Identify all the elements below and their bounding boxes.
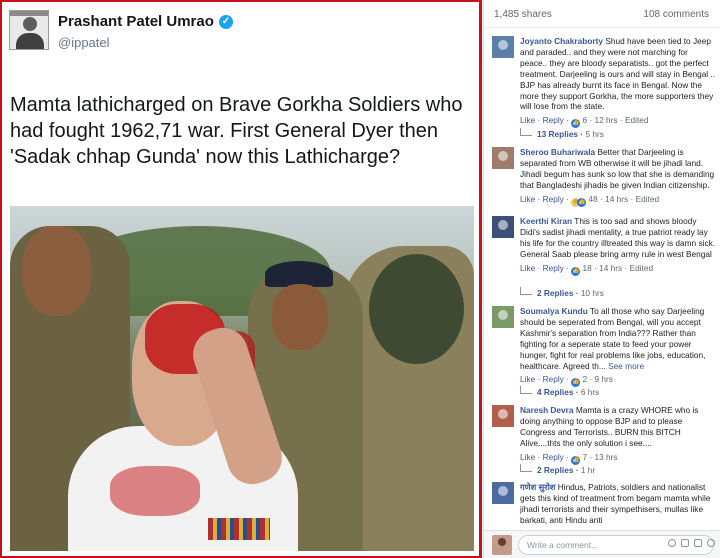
like-reaction-icon: 👍 (571, 119, 581, 129)
comment-age[interactable]: 14 hrs (599, 263, 622, 273)
tweet-card: Prashant Patel Umrao ✓ @ippatel Mamta la… (0, 0, 482, 558)
reply-arrow-icon (520, 287, 532, 295)
tweet-text: Mamta lathicharged on Brave Gorkha Soldi… (10, 94, 463, 168)
commenter-avatar[interactable] (492, 482, 514, 504)
like-button[interactable]: Like (520, 452, 535, 462)
comment-text: Shud have been tied to Jeep and paraded.… (520, 36, 716, 112)
replies-count[interactable]: 13 Replies (537, 129, 578, 139)
commenter-avatar[interactable] (492, 216, 514, 238)
like-button[interactable]: Like (520, 194, 535, 204)
camera-icon[interactable] (681, 539, 689, 547)
tweet-photo[interactable] (10, 206, 474, 551)
replies-age: 5 hrs (585, 129, 604, 139)
replies-age: 6 hrs (580, 387, 600, 397)
engagement-bar: 1,485 shares 108 comments (484, 0, 720, 28)
comment-author[interactable]: Soumalya Kundu (520, 306, 588, 316)
reply-button[interactable]: Reply (543, 374, 564, 384)
like-reaction-icon: 👍 (577, 197, 587, 207)
reaction-count[interactable]: 18 (583, 263, 592, 273)
replies-age: 10 hrs (580, 288, 604, 298)
see-more-link[interactable]: See more (608, 361, 644, 371)
edited-label[interactable]: Edited (636, 194, 660, 204)
comment-age[interactable]: 12 hrs (595, 115, 618, 125)
commenter-avatar[interactable] (492, 306, 514, 328)
reaction-count[interactable]: 48 (589, 194, 598, 204)
comment-author[interactable]: Keerthi Kiran (520, 216, 572, 226)
replies-count[interactable]: 2 Replies (537, 288, 573, 298)
gif-icon[interactable] (694, 539, 702, 547)
commenter-avatar[interactable] (492, 405, 514, 427)
write-comment-bar: Write a comment... (484, 530, 720, 558)
verified-badge-icon: ✓ (218, 14, 233, 29)
reaction-count[interactable]: 6 (583, 115, 588, 125)
reaction-count[interactable]: 2 (583, 374, 588, 384)
view-replies-link[interactable]: 2 Replies · 10 hrs (520, 287, 604, 298)
replies-count[interactable]: 4 Replies (537, 387, 573, 397)
comments-panel: 1,485 shares 108 comments Joyanto Chakra… (483, 0, 720, 558)
view-replies-link[interactable]: 2 Replies · 1 hr (520, 464, 595, 475)
comment-input-placeholder: Write a comment... (527, 540, 599, 550)
comments-count[interactable]: 108 comments (643, 9, 709, 20)
reply-arrow-icon (520, 386, 532, 394)
comment-author[interactable]: Sheroo Buhariwala (520, 147, 595, 157)
author-name[interactable]: Prashant Patel Umrao (58, 13, 214, 30)
commenter-avatar[interactable] (492, 36, 514, 58)
comment-author[interactable]: Naresh Devra (520, 405, 574, 415)
reaction-count[interactable]: 7 (583, 452, 588, 462)
composer-icons (668, 539, 715, 547)
author-handle[interactable]: @ippatel (58, 35, 110, 50)
edited-label[interactable]: Edited (625, 115, 649, 125)
reply-button[interactable]: Reply (543, 263, 564, 273)
reply-arrow-icon (520, 464, 532, 472)
replies-age: 1 hr (580, 465, 596, 475)
comment-age[interactable]: 13 hrs (595, 452, 618, 462)
emoji-icon[interactable] (668, 539, 676, 547)
sticker-icon[interactable] (707, 539, 715, 547)
like-reaction-icon: 👍 (571, 266, 581, 276)
reply-button[interactable]: Reply (543, 452, 564, 462)
comment-age[interactable]: 14 hrs (605, 194, 628, 204)
shares-count[interactable]: 1,485 shares (494, 9, 552, 20)
reply-arrow-icon (520, 128, 532, 136)
author-name-row[interactable]: Prashant Patel Umrao ✓ (58, 13, 233, 30)
reply-button[interactable]: Reply (543, 115, 564, 125)
view-replies-link[interactable]: 4 Replies · 6 hrs (520, 386, 599, 397)
comment-author[interactable]: Joyanto Chakraborty (520, 36, 603, 46)
author-avatar[interactable] (9, 10, 49, 50)
reply-button[interactable]: Reply (543, 194, 564, 204)
edited-label[interactable]: Edited (630, 263, 654, 273)
comment-author[interactable]: गणेश सुरोश (520, 482, 555, 492)
like-button[interactable]: Like (520, 263, 535, 273)
replies-count[interactable]: 2 Replies (537, 465, 573, 475)
commenter-avatar[interactable] (492, 147, 514, 169)
view-replies-link[interactable]: 13 Replies · 5 hrs (520, 128, 604, 139)
comment-age[interactable]: 9 hrs (595, 374, 613, 384)
current-user-avatar[interactable] (492, 535, 512, 555)
like-button[interactable]: Like (520, 115, 535, 125)
like-button[interactable]: Like (520, 374, 535, 384)
